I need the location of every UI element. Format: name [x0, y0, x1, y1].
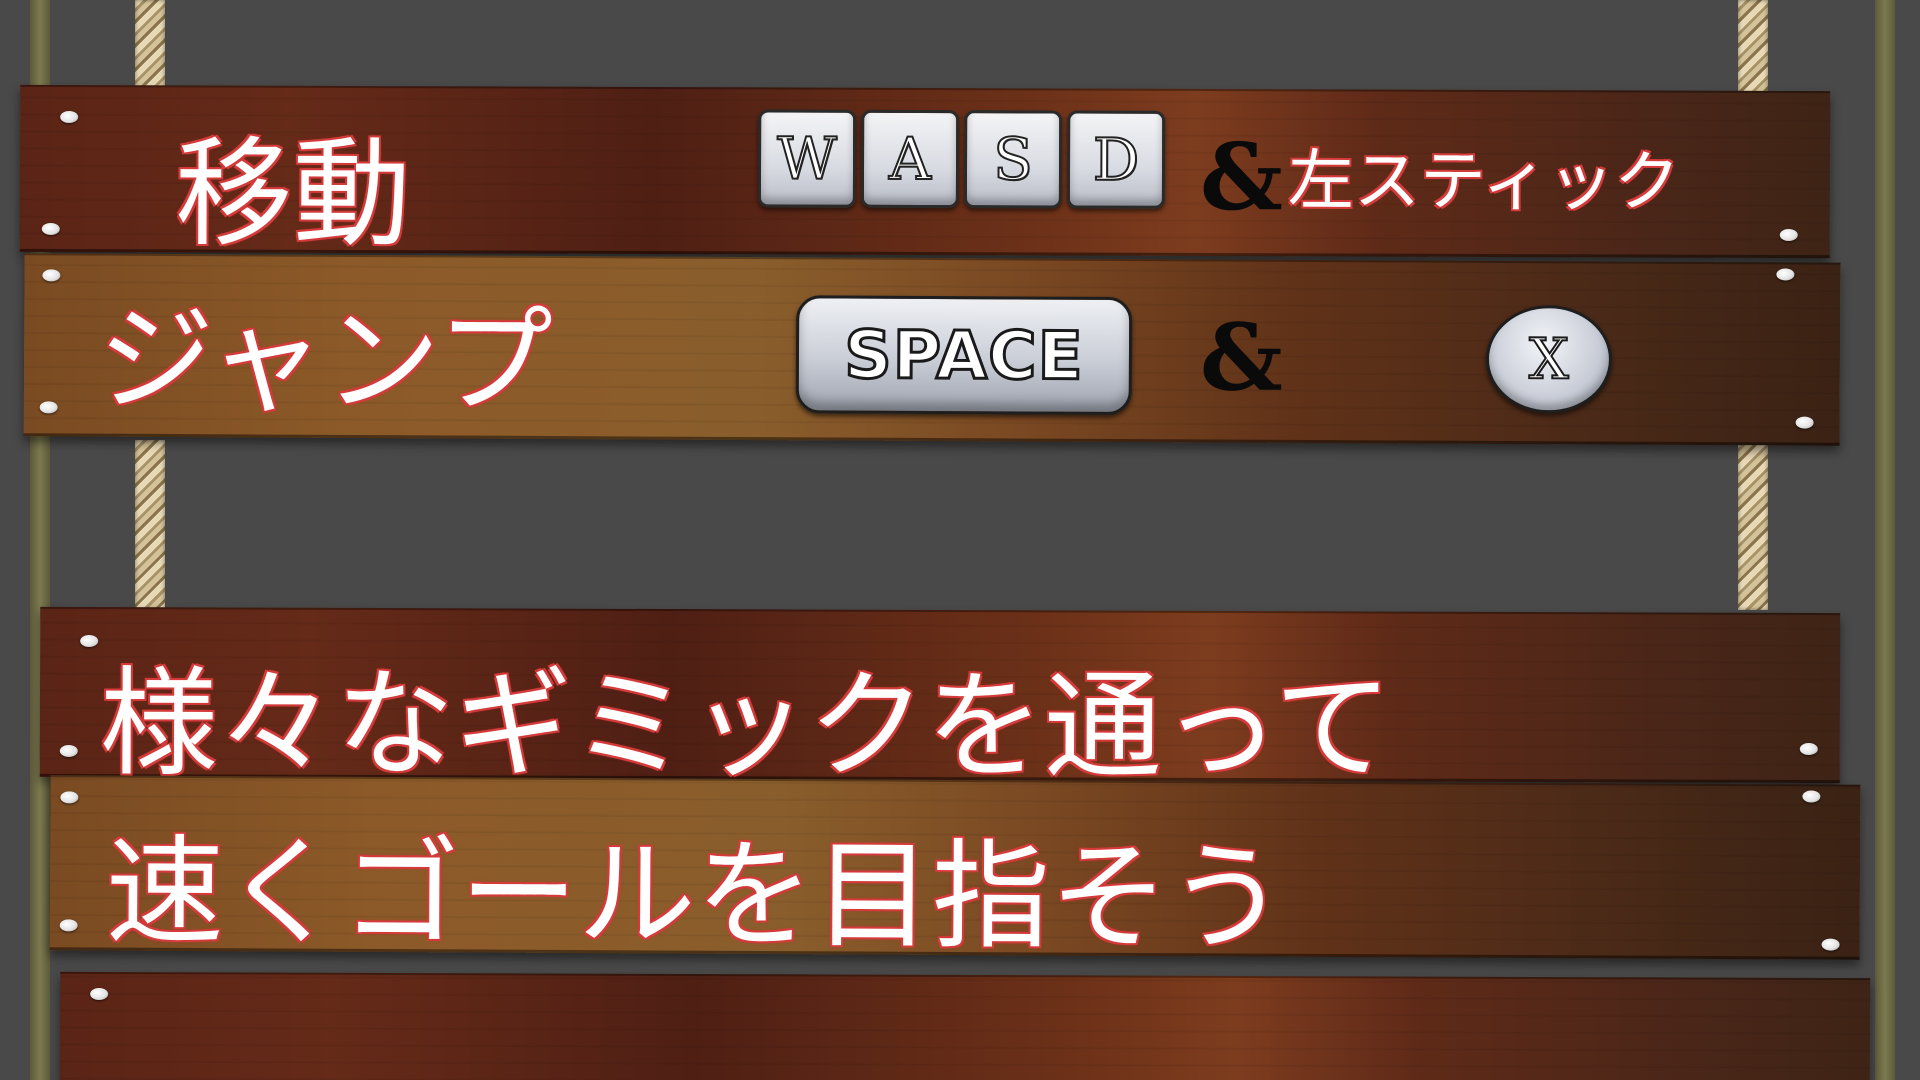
jump-label: ジャンプ [97, 292, 554, 431]
nail [60, 110, 79, 124]
rope-top-left [135, 0, 165, 95]
key-w: W [757, 109, 857, 208]
plank-bottom [59, 971, 1871, 1080]
key-s: S [963, 110, 1063, 209]
jump-separator: & [1199, 303, 1284, 412]
key-space: SPACE [795, 295, 1133, 416]
nail [59, 919, 78, 932]
nail [60, 791, 79, 804]
left-stick-label: 左スティック [1287, 142, 1681, 221]
nail [1799, 743, 1818, 756]
right-pillar [1875, 0, 1895, 1080]
key-a: A [860, 109, 960, 209]
move-label: 移動 [174, 124, 412, 264]
plank-move: 移動 W A S D & 左スティック [19, 84, 1831, 263]
nail [1821, 938, 1840, 951]
key-d: D [1066, 110, 1166, 209]
rope-mid-left [135, 440, 165, 610]
plank-message-2: 速くゴールを目指そう [49, 775, 1861, 967]
move-separator: & [1199, 122, 1284, 232]
controls-screen: 移動 W A S D & 左スティック ジャンプ SPACE & X 様々なギミ… [0, 0, 1920, 1080]
nail [90, 987, 109, 1001]
nail [1779, 228, 1798, 242]
nail [1802, 790, 1821, 803]
nail [80, 634, 99, 648]
rope-mid-right [1738, 440, 1768, 610]
nail [1776, 268, 1795, 281]
message-line-2: 速くゴールを目指そう [105, 822, 1287, 967]
plank-jump: ジャンプ SPACE & X [23, 253, 1841, 446]
rope-top-right [1738, 0, 1768, 95]
nail [1795, 416, 1814, 429]
nail [59, 744, 78, 757]
plank-message-1: 様々なギミックを通って [39, 606, 1841, 797]
nail [39, 401, 58, 414]
nail [41, 222, 60, 235]
button-x: X [1485, 304, 1613, 414]
nail [42, 269, 61, 282]
